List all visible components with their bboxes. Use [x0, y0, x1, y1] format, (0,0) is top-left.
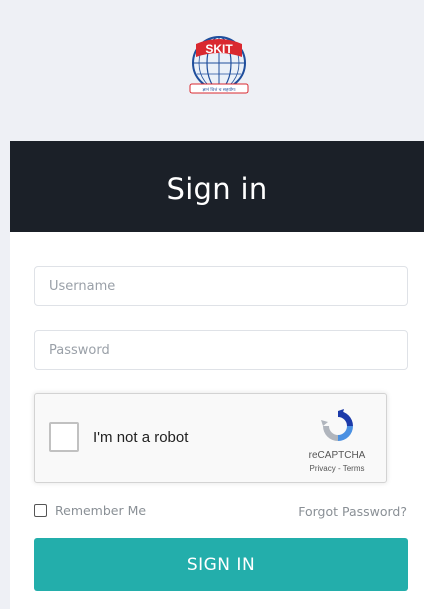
forgot-password-link[interactable]: Forgot Password?	[298, 504, 407, 519]
username-input[interactable]	[34, 266, 408, 306]
remember-me[interactable]: Remember Me	[34, 503, 146, 518]
card-header: Sign in	[10, 141, 424, 232]
recaptcha-brand: reCAPTCHA	[308, 450, 366, 461]
remember-me-checkbox[interactable]	[34, 504, 47, 517]
recaptcha-link-separator: -	[335, 464, 343, 473]
recaptcha-checkbox[interactable]	[49, 422, 79, 452]
skit-logo: SKIT ज्ञानं वित्तं च सहयोगः	[184, 30, 254, 98]
login-card: Sign in I'm not a robot reCAPTCHA Privac…	[10, 141, 424, 609]
skit-logo-icon: SKIT ज्ञानं वित्तं च सहयोगः	[189, 36, 249, 94]
login-page: SKIT ज्ञानं वित्तं च सहयोगः Sign in I'm …	[0, 0, 424, 609]
page-title: Sign in	[166, 171, 268, 206]
recaptcha-icon	[321, 409, 353, 441]
sign-in-button[interactable]: SIGN IN	[34, 538, 408, 591]
remember-me-label: Remember Me	[55, 503, 147, 518]
recaptcha-label: I'm not a robot	[93, 429, 189, 446]
password-input[interactable]	[34, 330, 408, 370]
recaptcha-terms-link[interactable]: Terms	[343, 464, 365, 473]
recaptcha-links: Privacy - Terms	[297, 464, 377, 473]
logo-tagline: ज्ञानं वित्तं च सहयोगः	[202, 86, 235, 93]
logo-text: SKIT	[205, 42, 233, 56]
recaptcha-widget: I'm not a robot reCAPTCHA Privacy - Term…	[34, 393, 387, 483]
recaptcha-privacy-link[interactable]: Privacy	[310, 464, 336, 473]
